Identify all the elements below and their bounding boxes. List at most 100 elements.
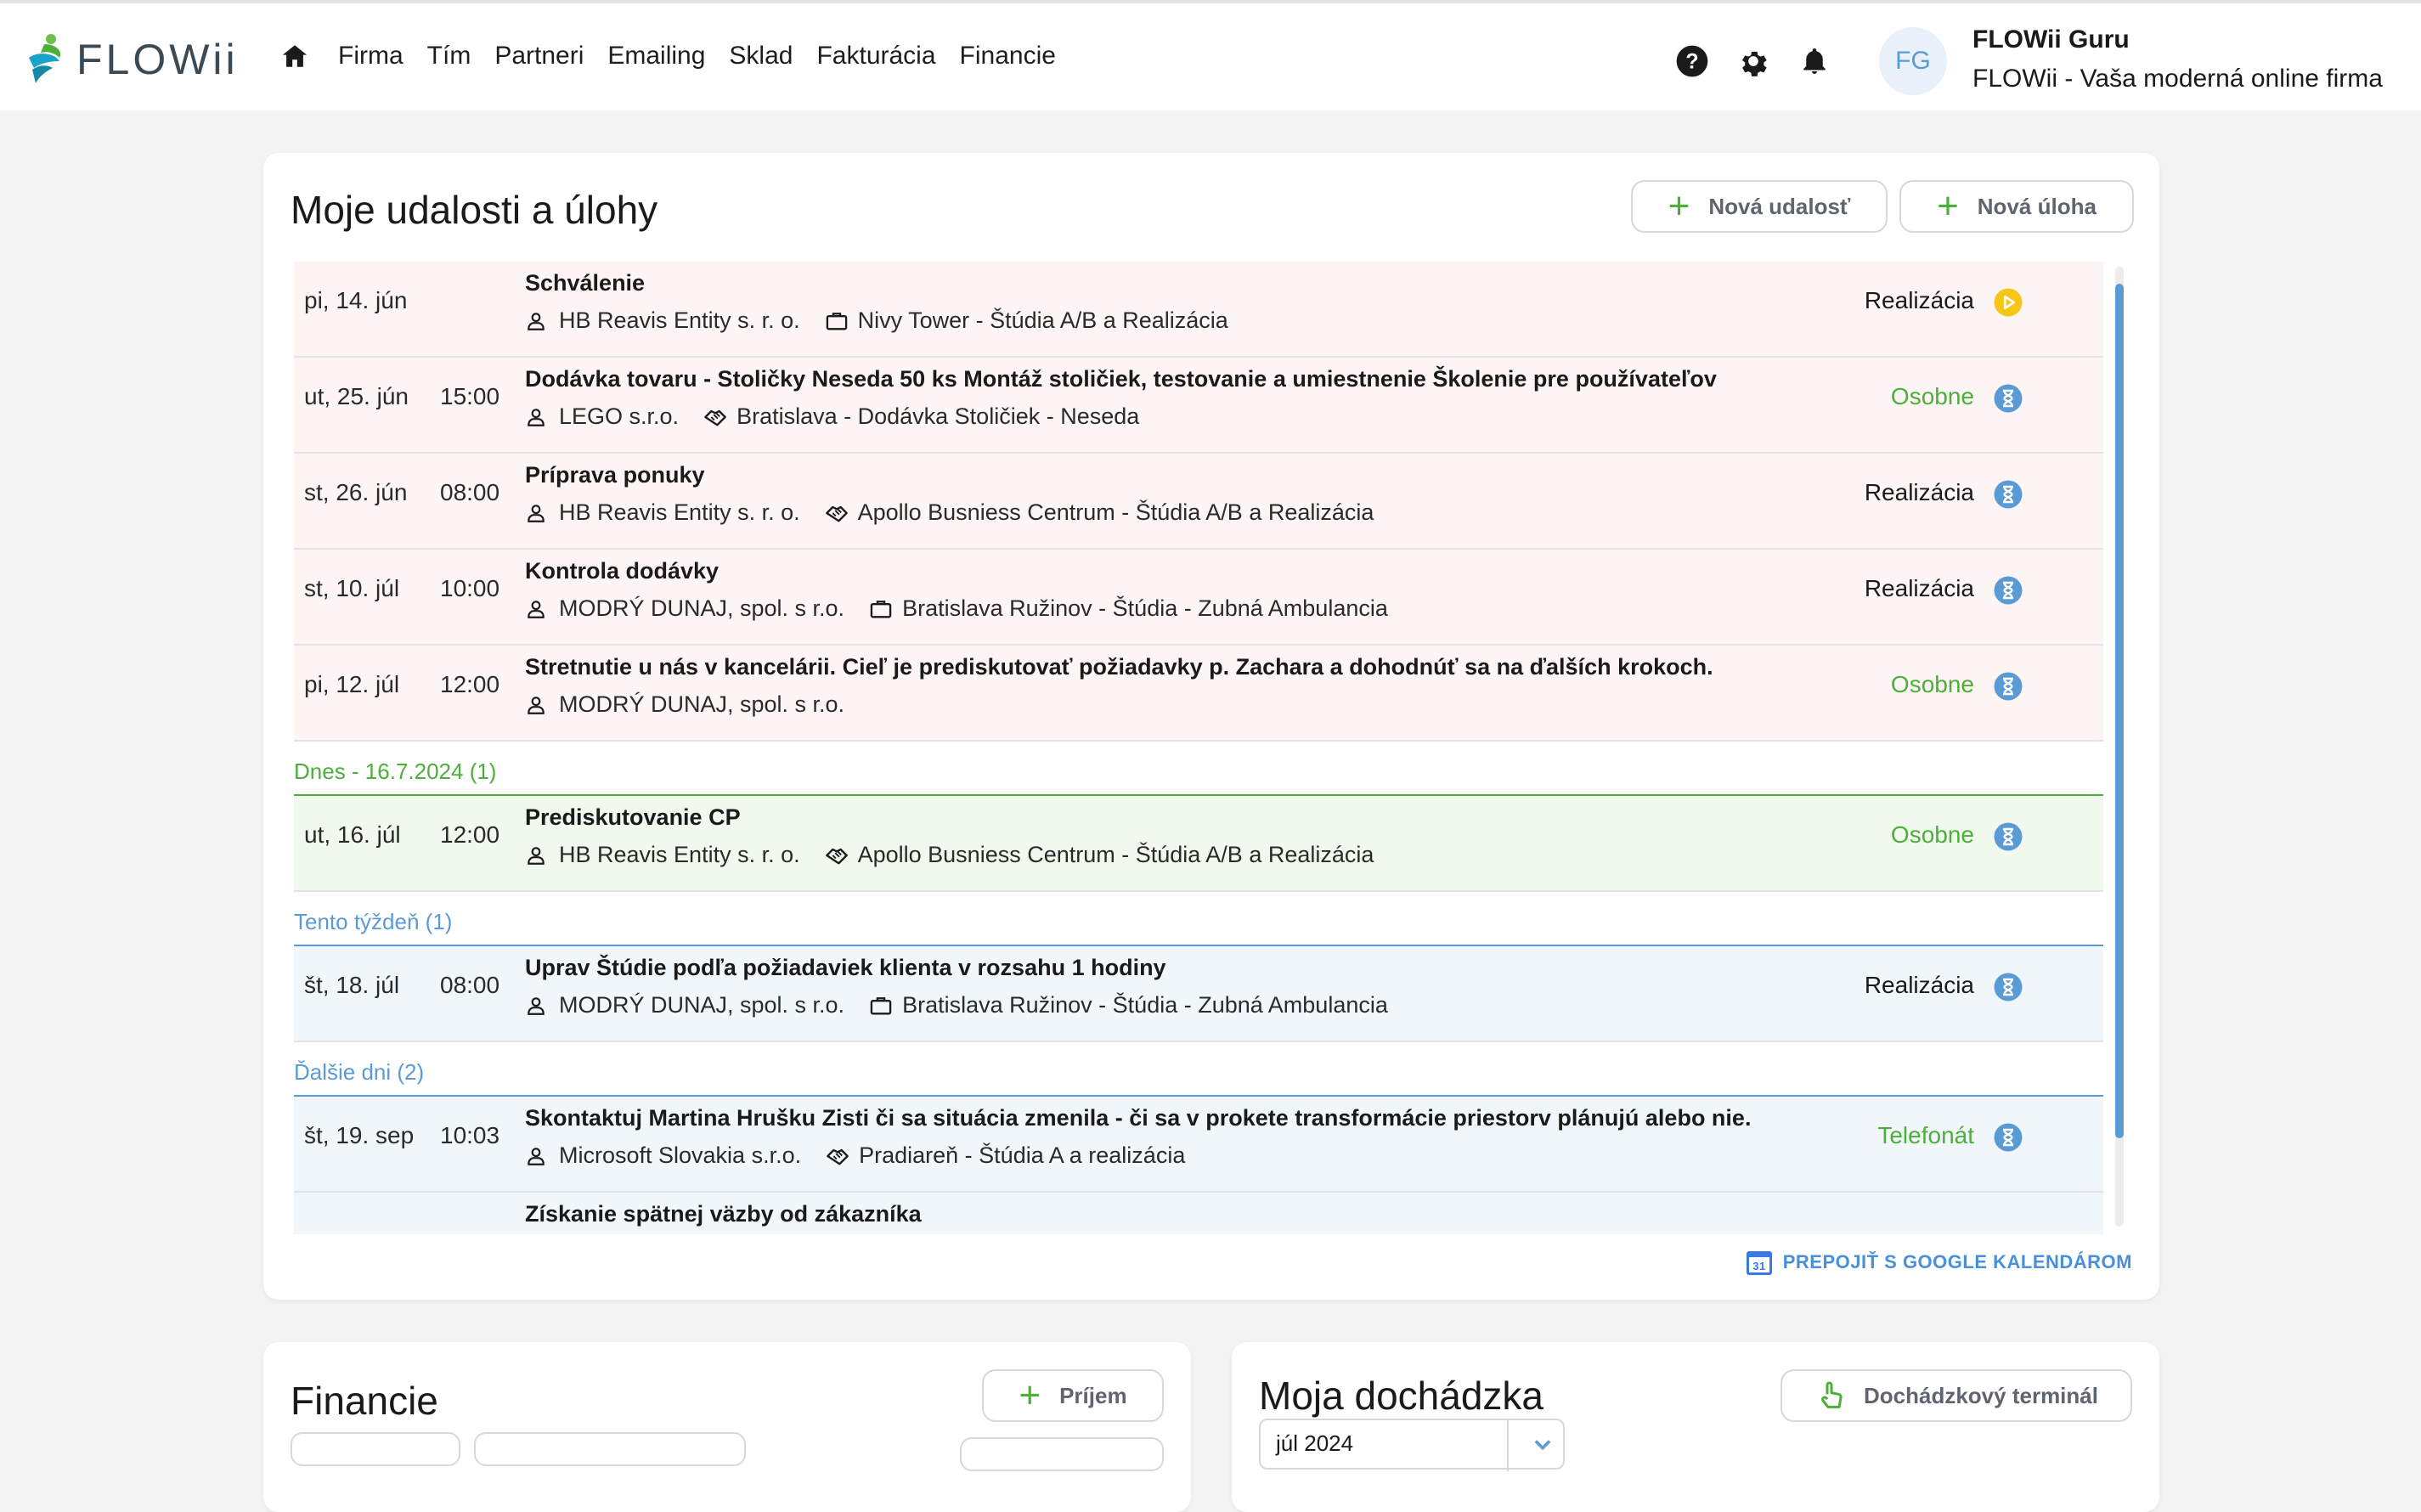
handshake-icon bbox=[825, 1143, 850, 1169]
month-select[interactable]: júl 2024 bbox=[1259, 1419, 1565, 1471]
hourglass-icon[interactable] bbox=[1993, 972, 2023, 1002]
nav-sklad[interactable]: Sklad bbox=[729, 42, 793, 71]
event-meta: HB Reavis Entity s. r. o. Nivy Tower - Št… bbox=[525, 307, 1228, 334]
event-title[interactable]: Stretnutie u nás v kancelárii. Cieľ je p… bbox=[525, 654, 1713, 680]
events-scrollbar-thumb[interactable] bbox=[2115, 284, 2124, 1138]
help-icon[interactable]: ? bbox=[1675, 44, 1709, 78]
nav-fakturacia[interactable]: Fakturácia bbox=[816, 42, 935, 71]
event-meta: HB Reavis Entity s. r. o. Apollo Busniess… bbox=[525, 842, 1374, 868]
top-icons: ? bbox=[1675, 44, 1859, 78]
event-type: Osobne bbox=[1890, 383, 1974, 409]
events-scrollbar[interactable] bbox=[2115, 267, 2124, 1227]
hourglass-icon[interactable] bbox=[1993, 1122, 2023, 1153]
finance-filter-chip[interactable] bbox=[474, 1432, 746, 1466]
event-row[interactable]: ut, 16. júl 12:00 Prediskutovanie CP HB Rea… bbox=[294, 796, 2103, 892]
event-title[interactable]: Kontrola dodávky bbox=[525, 558, 719, 584]
select-divider bbox=[1507, 1420, 1509, 1471]
event-row[interactable]: pi, 12. júl 12:00 Stretnutie u nás v kance… bbox=[294, 646, 2103, 742]
event-date: št, 18. júl bbox=[304, 972, 400, 998]
event-row[interactable]: pi, 14. jún Schválenie HB Reavis Entity s.… bbox=[294, 262, 2103, 358]
event-type: Osobne bbox=[1890, 671, 1974, 697]
event-project[interactable]: Bratislava Ružinov - Štúdia - Zubná Ambu… bbox=[902, 595, 1388, 622]
hourglass-icon[interactable] bbox=[1993, 479, 2023, 510]
attendance-terminal-button[interactable]: Dochádzkový terminál bbox=[1780, 1369, 2132, 1422]
event-project[interactable]: Apollo Busniess Centrum - Štúdia A/B a R… bbox=[858, 499, 1374, 526]
event-project[interactable]: Bratislava - Dodávka Stoličiek - Neseda bbox=[736, 403, 1139, 430]
hand-pointer-icon bbox=[1821, 1381, 1843, 1408]
event-contact[interactable]: MODRÝ DUNAJ, spol. s r.o. bbox=[559, 595, 844, 622]
event-project[interactable]: Nivy Tower - Štúdia A/B a Realizácia bbox=[858, 307, 1228, 334]
briefcase-icon bbox=[868, 596, 894, 622]
hourglass-icon[interactable] bbox=[1993, 671, 2023, 702]
new-task-button[interactable]: + Nová úloha bbox=[1899, 180, 2134, 233]
finance-filter-chip[interactable] bbox=[291, 1432, 460, 1466]
event-project[interactable]: Bratislava Ružinov - Štúdia - Zubná Ambu… bbox=[902, 992, 1388, 1018]
nav-tim[interactable]: Tím bbox=[427, 42, 471, 71]
nav-financie[interactable]: Financie bbox=[960, 42, 1056, 71]
event-contact[interactable]: MODRÝ DUNAJ, spol. s r.o. bbox=[559, 992, 844, 1018]
event-title[interactable]: Uprav Štúdie podľa požiadaviek klienta v… bbox=[525, 955, 1166, 981]
event-time: 10:03 bbox=[440, 1122, 500, 1148]
bell-icon[interactable] bbox=[1797, 44, 1831, 78]
hourglass-icon[interactable] bbox=[1993, 575, 2023, 606]
person-icon bbox=[525, 843, 550, 868]
google-calendar-icon: 31 bbox=[1746, 1251, 1772, 1275]
event-time: 12:00 bbox=[440, 821, 500, 848]
event-date: ut, 25. jún bbox=[304, 383, 409, 409]
google-calendar-link[interactable]: 31 PREPOJIŤ S GOOGLE KALENDÁROM bbox=[1746, 1249, 2132, 1276]
event-project[interactable]: Pradiareň - Štúdia A a realizácia bbox=[859, 1142, 1185, 1169]
event-title[interactable]: Príprava ponuky bbox=[525, 462, 705, 488]
event-row[interactable]: št, 19. sep 10:03 Skontaktuj Martina Hrušk… bbox=[294, 1097, 2103, 1193]
gear-icon[interactable] bbox=[1736, 44, 1770, 78]
event-contact[interactable]: HB Reavis Entity s. r. o. bbox=[559, 842, 800, 868]
home-icon[interactable] bbox=[280, 39, 314, 73]
group-header: Tento týždeň (1) bbox=[294, 892, 2103, 946]
event-title[interactable]: Získanie spätnej väzby od zákazníka bbox=[525, 1201, 922, 1227]
nav-emailing[interactable]: Emailing bbox=[607, 42, 705, 71]
handshake-icon bbox=[703, 404, 728, 430]
event-time: 12:00 bbox=[440, 671, 500, 697]
events-list[interactable]: pi, 14. jún Schválenie HB Reavis Entity s.… bbox=[294, 262, 2103, 1234]
event-meta: Microsoft Slovakia s.r.o. Pradiareň - Štú… bbox=[525, 1142, 1185, 1169]
event-row[interactable]: st, 26. jún 08:00 Príprava ponuky HB Reavis… bbox=[294, 454, 2103, 550]
hourglass-icon[interactable] bbox=[1993, 383, 2023, 414]
income-button[interactable]: + Príjem bbox=[982, 1369, 1164, 1422]
event-contact[interactable]: LEGO s.r.o. bbox=[559, 403, 679, 430]
user-name[interactable]: FLOWii Guru bbox=[1972, 25, 2130, 54]
flowii-logo[interactable]: FLOWii bbox=[25, 32, 239, 87]
play-icon[interactable] bbox=[1993, 287, 2023, 318]
event-contact[interactable]: Microsoft Slovakia s.r.o. bbox=[559, 1142, 801, 1169]
income-label: Príjem bbox=[1059, 1382, 1127, 1408]
group-header-label: Ďalšie dni (2) bbox=[294, 1059, 425, 1085]
event-row[interactable]: Získanie spätnej väzby od zákazníka bbox=[294, 1193, 2103, 1234]
nav-partneri[interactable]: Partneri bbox=[494, 42, 584, 71]
avatar[interactable]: FG bbox=[1879, 27, 1947, 95]
person-icon bbox=[525, 993, 550, 1018]
event-contact[interactable]: HB Reavis Entity s. r. o. bbox=[559, 307, 800, 334]
finance-filter-chip[interactable] bbox=[960, 1437, 1164, 1471]
event-project[interactable]: Apollo Busniess Centrum - Štúdia A/B a R… bbox=[858, 842, 1374, 868]
group-header: Ďalšie dni (2) bbox=[294, 1042, 2103, 1097]
hourglass-icon[interactable] bbox=[1993, 821, 2023, 852]
event-title[interactable]: Schválenie bbox=[525, 270, 645, 296]
briefcase-icon bbox=[868, 993, 894, 1018]
event-meta: MODRÝ DUNAJ, spol. s r.o. Bratislava Ruži… bbox=[525, 992, 1388, 1018]
event-row[interactable]: st, 10. júl 10:00 Kontrola dodávky MODRÝ DU… bbox=[294, 550, 2103, 646]
group-header-label: Dnes - 16.7.2024 (1) bbox=[294, 759, 497, 784]
month-select-value: júl 2024 bbox=[1276, 1430, 1354, 1456]
event-date: st, 10. júl bbox=[304, 575, 400, 601]
nav-firma[interactable]: Firma bbox=[338, 42, 404, 71]
event-row[interactable]: ut, 25. jún 15:00 Dodávka tovaru - Stoličk… bbox=[294, 358, 2103, 454]
plus-icon: + bbox=[1937, 185, 1959, 227]
event-title[interactable]: Skontaktuj Martina Hrušku Zisti či sa si… bbox=[525, 1105, 1751, 1131]
event-row[interactable]: št, 18. júl 08:00 Uprav Štúdie podľa požia… bbox=[294, 946, 2103, 1042]
event-contact[interactable]: HB Reavis Entity s. r. o. bbox=[559, 499, 800, 526]
new-event-button[interactable]: + Nová udalosť bbox=[1631, 180, 1888, 233]
person-icon bbox=[525, 500, 550, 526]
event-title[interactable]: Prediskutovanie CP bbox=[525, 804, 741, 831]
event-type: Realizácia bbox=[1864, 575, 1974, 601]
svg-text:?: ? bbox=[1685, 49, 1698, 73]
flowii-logo-icon bbox=[29, 34, 61, 83]
event-contact[interactable]: MODRÝ DUNAJ, spol. s r.o. bbox=[559, 691, 844, 718]
event-title[interactable]: Dodávka tovaru - Stoličky Neseda 50 ks M… bbox=[525, 366, 1717, 392]
